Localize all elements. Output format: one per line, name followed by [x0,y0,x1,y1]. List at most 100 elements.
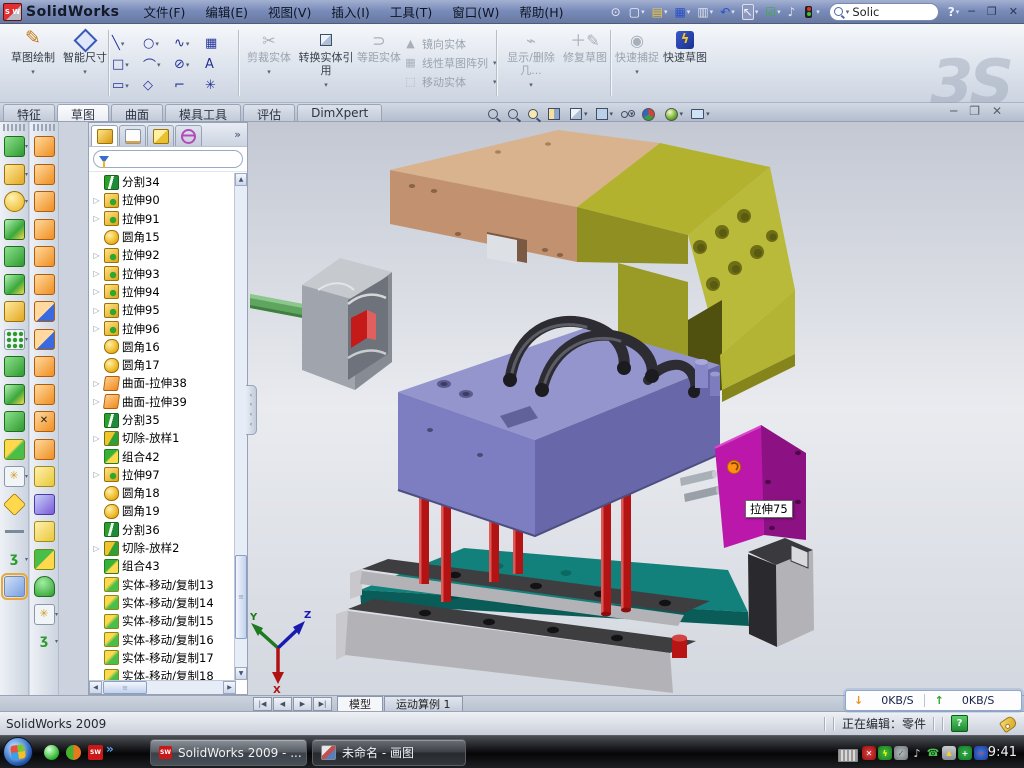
search-caret-icon[interactable]: ▾ [846,8,850,16]
zoom-fit-icon[interactable] [488,109,500,119]
menu-item[interactable]: 视图(V) [258,2,321,21]
view-orientation-icon[interactable]: ▾ [570,108,588,120]
toolbar-drag-handle[interactable] [33,124,55,131]
expander-icon[interactable]: ▷ [92,544,101,553]
reference-axis-icon[interactable] [0,518,28,546]
new-document-icon[interactable]: ▢▾ [626,5,648,19]
feature-tree-item[interactable]: ▷ 拉伸91 [89,210,234,228]
feature-tree-item[interactable]: 组合43 [89,557,234,575]
menu-item[interactable]: 工具(T) [380,2,442,21]
help-button[interactable]: ?▾ [945,5,962,19]
feature-tree-item[interactable]: 分割36 [89,521,234,539]
scroll-thumb[interactable]: ≡ [103,681,147,694]
revolved-surface-icon[interactable] [30,161,58,189]
feature-tree-item[interactable]: ▷ 拉伸96 [89,319,234,337]
feature-tree-item[interactable]: ▷ 拉伸93 [89,264,234,282]
scroll-right-button[interactable]: ▶ [223,681,236,694]
sketch-entity-button[interactable]: ╲▾ [112,33,143,54]
antivirus-alert-icon[interactable]: ✕ [862,746,876,760]
doc-close-button[interactable]: ✕ [992,104,1002,118]
expander-icon[interactable]: ▷ [92,379,101,388]
ribbon-tab[interactable]: 特征 [3,104,55,121]
planar-surface-icon[interactable] [30,271,58,299]
draft-icon[interactable] [0,381,28,409]
reference-point-icon[interactable]: ✳▾ [0,463,28,491]
feature-tree-item[interactable]: 实体-移动/复制16 [89,630,234,648]
pin-icon[interactable]: ⊙ [608,5,625,19]
section-view-icon[interactable] [548,108,562,120]
scroll-up-button[interactable]: ▲ [235,173,247,186]
ribbon-tab[interactable]: 评估 [243,104,295,121]
expander-icon[interactable]: ▷ [92,214,101,223]
model-tab[interactable]: 运动算例 1 [384,696,463,711]
ribbon-tab[interactable]: 曲面 [111,104,163,121]
feature-tree-item[interactable]: 实体-移动/复制13 [89,576,234,594]
feature-tree-item[interactable]: 圆角18 [89,484,234,502]
study-nav-button[interactable]: ◀ [273,697,292,711]
menu-item[interactable]: 窗口(W) [442,2,509,21]
surface-fillet-icon[interactable] [30,381,58,409]
knit-surface-icon[interactable] [30,546,58,574]
doc-restore-button[interactable]: ❐ [969,104,980,118]
menu-item[interactable]: 文件(F) [133,2,195,21]
volume-icon[interactable]: ♪ [785,5,800,19]
chamfer-icon[interactable] [0,271,28,299]
study-nav-button[interactable]: |◀ [253,697,272,711]
expander-icon[interactable]: ▷ [92,470,101,479]
feature-tree-item[interactable]: ▷ 拉伸97 [89,466,234,484]
rapid-sketch-button[interactable]: ϟ 快速草图 [662,31,708,64]
feature-tree-item[interactable]: ▷ 曲面-拉伸39 [89,393,234,411]
menu-item[interactable]: 插入(I) [321,2,379,21]
model-tab[interactable]: 模型 [337,696,383,711]
tab-propertymanager[interactable] [119,125,146,146]
sketch-entity-button[interactable]: ○▾ [143,33,174,54]
sketch-button[interactable]: ✎ 草图绘制▾ [6,28,60,99]
feature-tree-item[interactable]: 实体-移动/复制14 [89,594,234,612]
study-nav-button[interactable]: ▶ [293,697,312,711]
lofted-surface-icon[interactable] [30,216,58,244]
quicklaunch-chevron[interactable]: » [106,742,114,756]
messenger-icon[interactable] [44,745,59,760]
feature-tree-item[interactable]: 圆角16 [89,338,234,356]
toolbar-drag-handle[interactable] [3,124,25,131]
lofted-boss-icon[interactable] [0,243,28,271]
feature-tree-item[interactable]: 实体-移动/复制15 [89,612,234,630]
model-canvas[interactable]: Y Z X [248,122,1024,695]
feature-tree-item[interactable]: 圆角19 [89,502,234,520]
freeform-icon[interactable] [30,326,58,354]
extend-surface-icon[interactable] [30,463,58,491]
stop-pin[interactable] [672,635,687,659]
expander-icon[interactable]: ▷ [92,434,101,443]
rib-icon[interactable] [0,353,28,381]
feature-tree-item[interactable]: ▷ 拉伸92 [89,246,234,264]
feature-tree-item[interactable]: 分割35 [89,411,234,429]
feature-tree-item[interactable]: 圆角17 [89,356,234,374]
restore-button[interactable]: ❐ [981,5,1003,18]
save-icon[interactable]: ▦▾ [671,5,693,19]
fillet-icon[interactable]: ▾ [0,188,28,216]
extruded-boss-icon[interactable]: ▾ [0,133,28,161]
smart-dimension-button[interactable]: 智能尺寸▾ [58,28,112,99]
swept-boss-icon[interactable] [0,216,28,244]
keyboard-layout-icon[interactable] [838,749,858,762]
close-button[interactable]: ✕ [1003,5,1024,18]
select-icon[interactable]: ↖▾ [739,4,762,20]
phone-icon[interactable]: ☎ [926,746,940,760]
panel-splitter-handle[interactable]: ‹‹‹‹ [246,385,257,435]
sketch-entity-button[interactable]: □▾ [112,54,143,75]
tags-icon[interactable] [999,714,1018,732]
feature-tree-item[interactable]: ▷ 拉伸95 [89,301,234,319]
expander-icon[interactable]: ▷ [92,269,101,278]
feature-tree-item[interactable]: ▷ 拉伸90 [89,191,234,209]
options-icon[interactable]: ☑▾ [762,5,783,19]
expander-icon[interactable]: ▷ [92,324,101,333]
feature-tree-item[interactable]: 组合42 [89,447,234,465]
display-style-icon[interactable]: ▾ [596,108,614,120]
menu-item[interactable]: 帮助(H) [509,2,573,21]
rebuild-traffic-light-icon[interactable]: ▾ [799,6,823,18]
untrim-surface-icon[interactable] [30,518,58,546]
open-icon[interactable]: ▤▾ [649,5,671,19]
delete-face-icon[interactable]: ✕ [30,408,58,436]
thicken-icon[interactable] [30,353,58,381]
taskbar-clock[interactable]: 9:41 [988,745,1017,760]
